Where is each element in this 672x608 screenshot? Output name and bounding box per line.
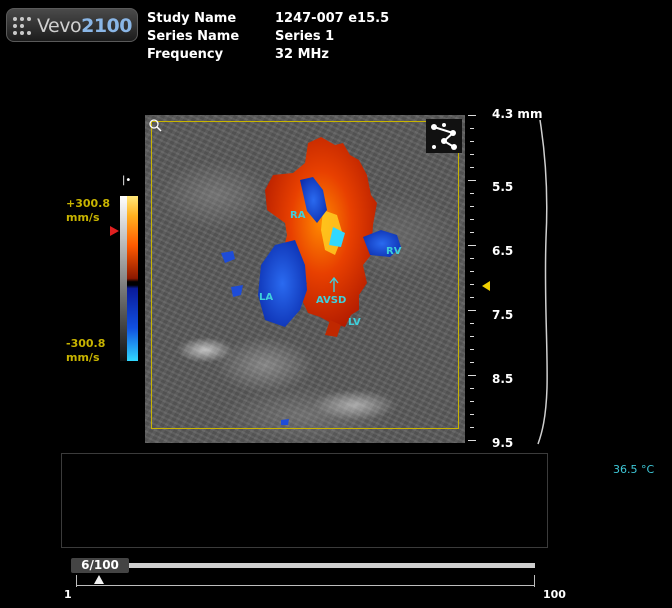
depth-label-5-5: 5.5 [492,180,514,194]
roi-box[interactable] [151,121,459,429]
label-rv: RV [386,246,402,257]
depth-label-9-5: 9.5 [492,436,514,450]
grayscale-bar [120,196,127,361]
baseline-marker[interactable] [110,226,119,236]
temperature-readout: 36.5 °C [613,463,655,476]
frequency-value: 32 MHz [275,47,329,62]
focus-marker[interactable] [482,281,490,291]
series-name-value: Series 1 [275,29,335,44]
cine-axis-min-label: 1 [64,588,72,601]
playhead-marker[interactable] [94,575,104,584]
depth-label-7-5: 7.5 [492,308,514,322]
cine-axis-end-tick [534,575,535,587]
depth-label-6-5: 6.5 [492,244,514,258]
cine-axis-max-label: 100 [543,588,566,601]
study-name-label: Study Name [147,11,237,26]
label-avsd: AVSD [316,295,347,306]
cine-axis[interactable] [76,585,535,586]
study-name-value: 1247-007 e15.5 [275,11,390,26]
depth-scale [468,115,478,445]
frame-counter: 6/100 [71,558,129,573]
network-icon[interactable] [426,119,462,153]
depth-label-8-5: 8.5 [492,372,514,386]
timeline-fill [73,563,535,568]
vevo-logo: Vevo2100 [6,8,138,42]
label-la: LA [259,292,274,303]
logo-dots-icon [13,17,33,35]
frequency-label: Frequency [147,47,224,62]
avsd-arrow-icon [329,277,339,292]
zoom-icon[interactable] [148,118,162,132]
series-name-label: Series Name [147,29,240,44]
colorbar-icon: |• [122,175,132,186]
logo-text: Vevo2100 [37,15,132,37]
velocity-min: -300.8 mm/s [66,337,106,364]
label-lv: LV [348,317,361,328]
measurement-panel [61,453,548,548]
cine-axis-start-tick [76,575,77,587]
label-ra: RA [290,210,306,221]
velocity-max: +300.8 mm/s [66,197,111,224]
tgc-curve[interactable] [532,118,554,448]
